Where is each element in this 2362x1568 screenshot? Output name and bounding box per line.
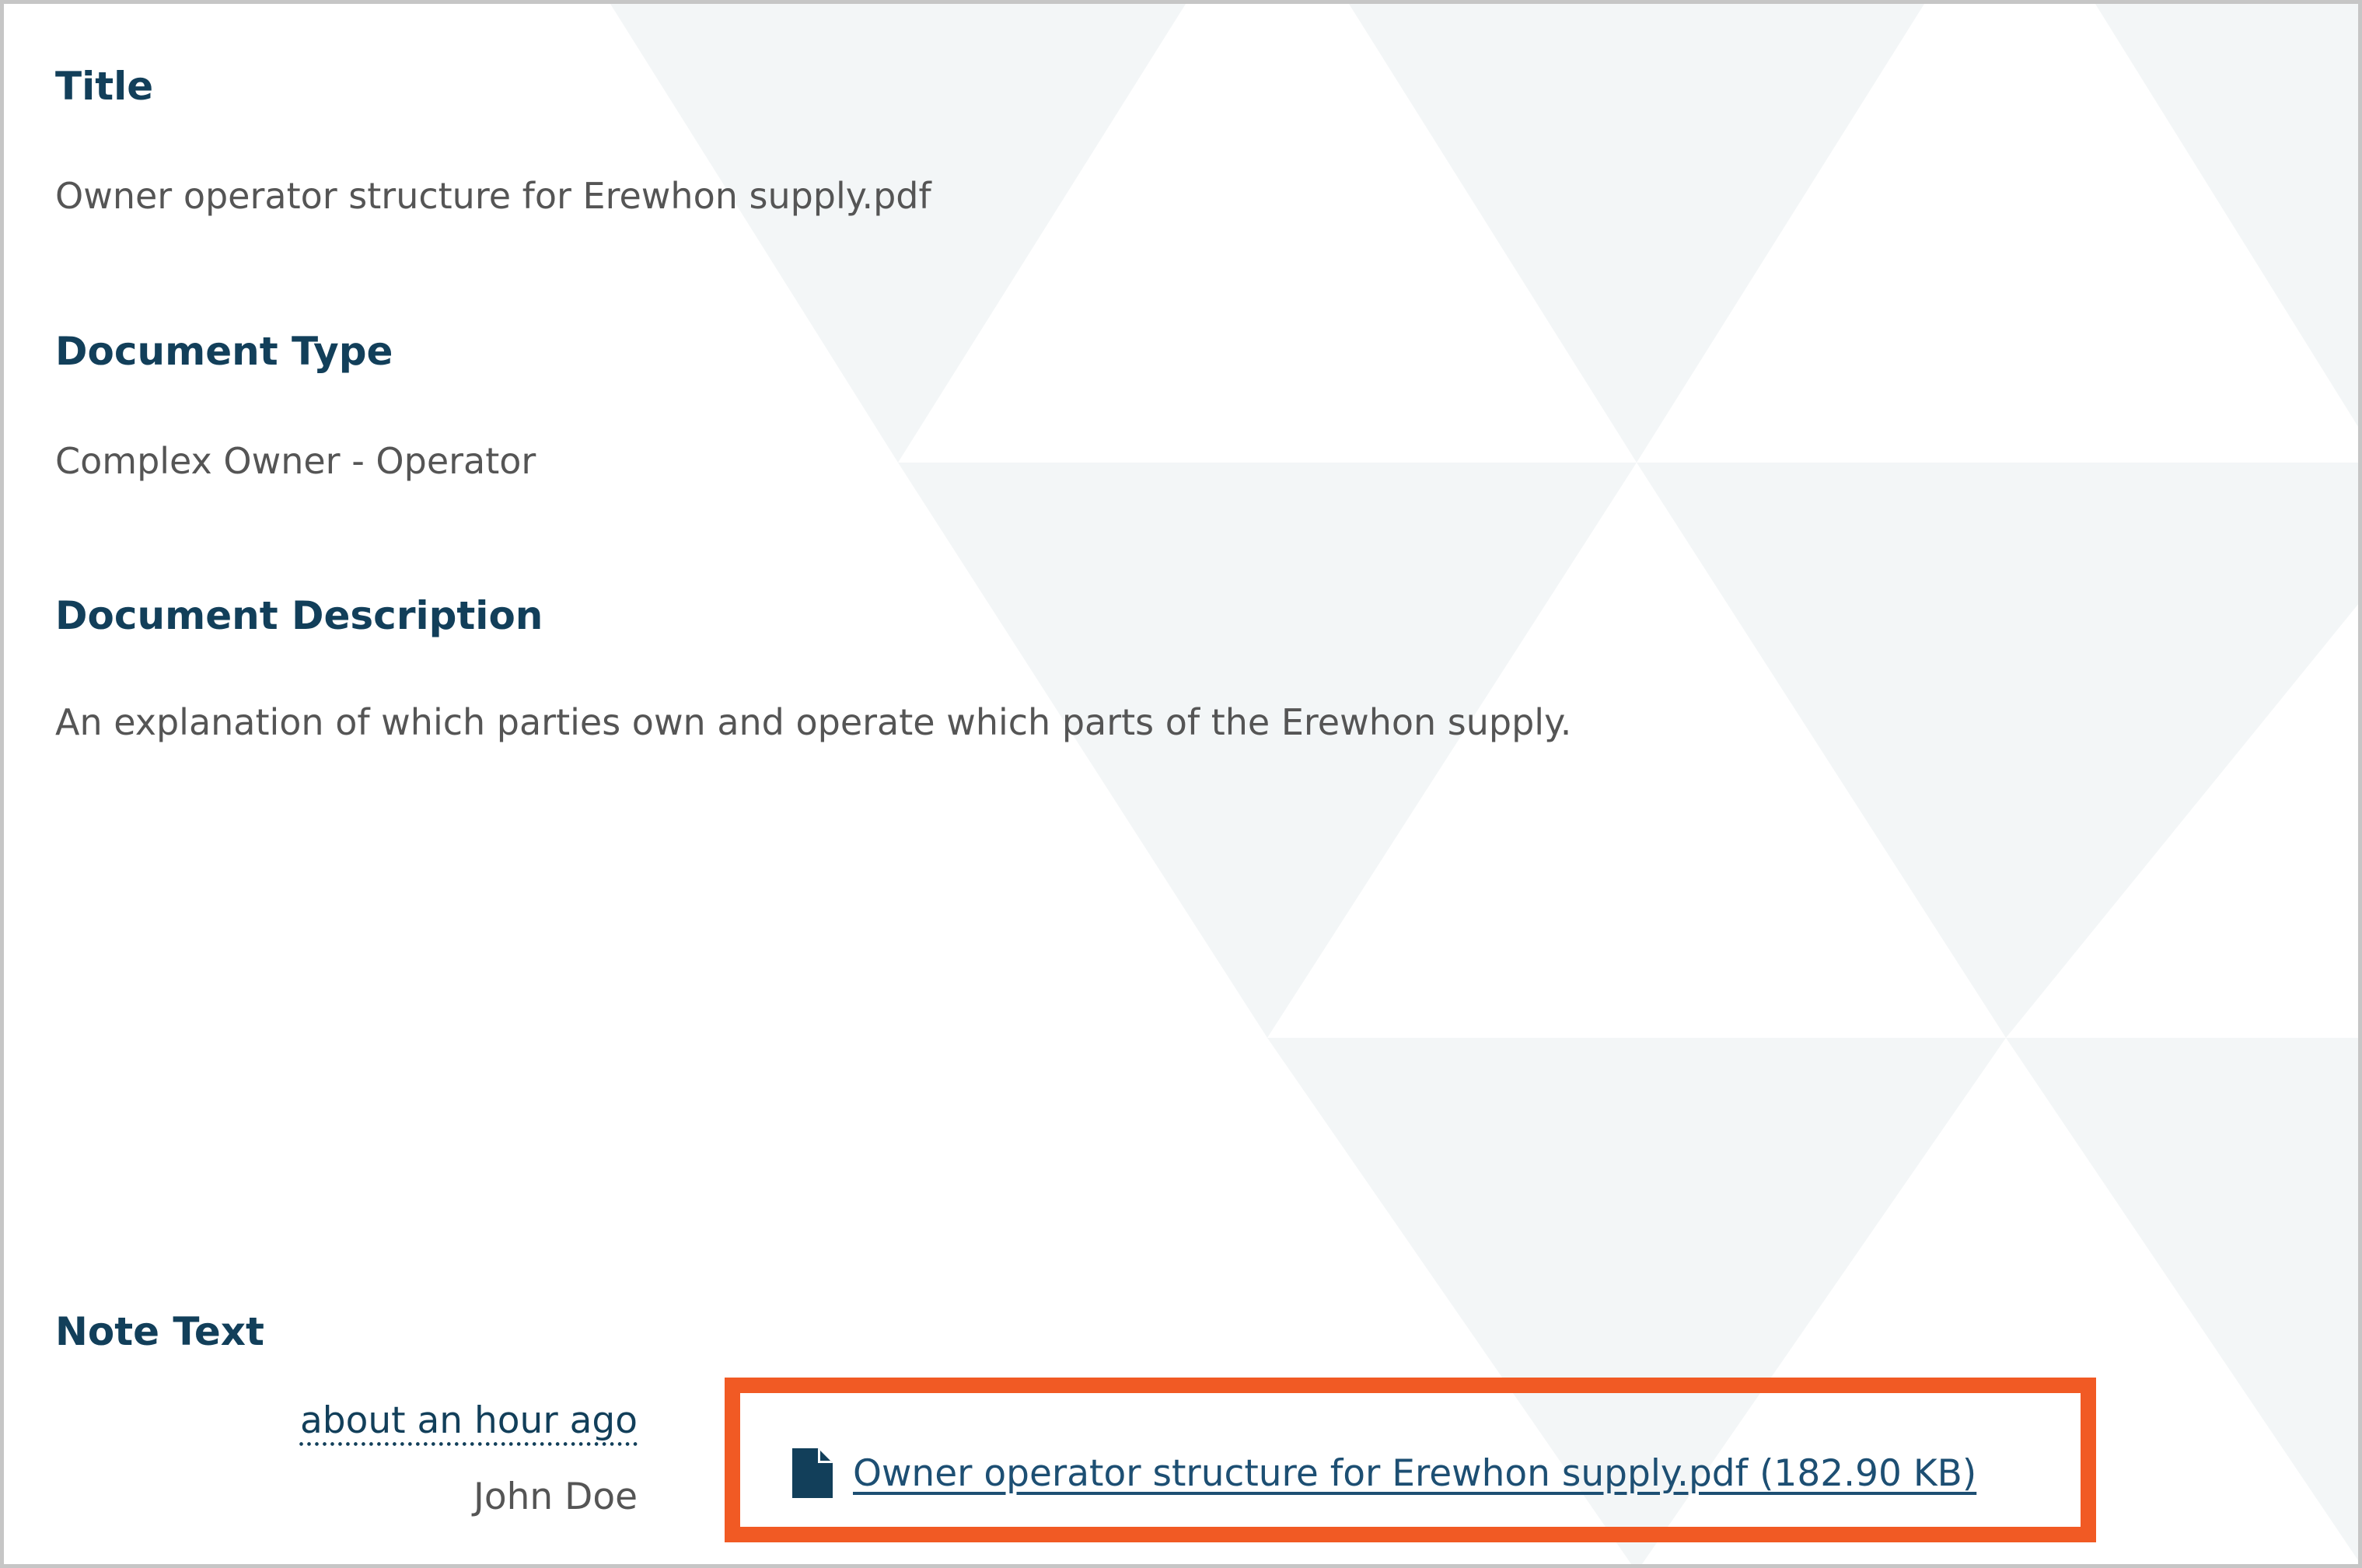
file-icon	[792, 1448, 833, 1498]
document-type-value: Complex Owner - Operator	[55, 440, 536, 482]
document-description-label: Document Description	[55, 593, 543, 638]
background-triangle-pattern	[610, 4, 2358, 1564]
title-value: Owner operator structure for Erewhon sup…	[55, 175, 931, 217]
note-author: John Doe	[473, 1475, 638, 1518]
attachment-row: Owner operator structure for Erewhon sup…	[792, 1448, 1976, 1498]
document-type-label: Document Type	[55, 329, 393, 374]
note-timestamp[interactable]: about an hour ago	[300, 1399, 638, 1442]
note-text-label: Note Text	[55, 1309, 264, 1354]
attachment-download-link[interactable]: Owner operator structure for Erewhon sup…	[853, 1452, 1976, 1495]
title-label: Title	[55, 64, 154, 109]
document-details-panel: Title Owner operator structure for Erewh…	[0, 0, 2362, 1568]
document-description-value: An explanation of which parties own and …	[55, 701, 1572, 743]
